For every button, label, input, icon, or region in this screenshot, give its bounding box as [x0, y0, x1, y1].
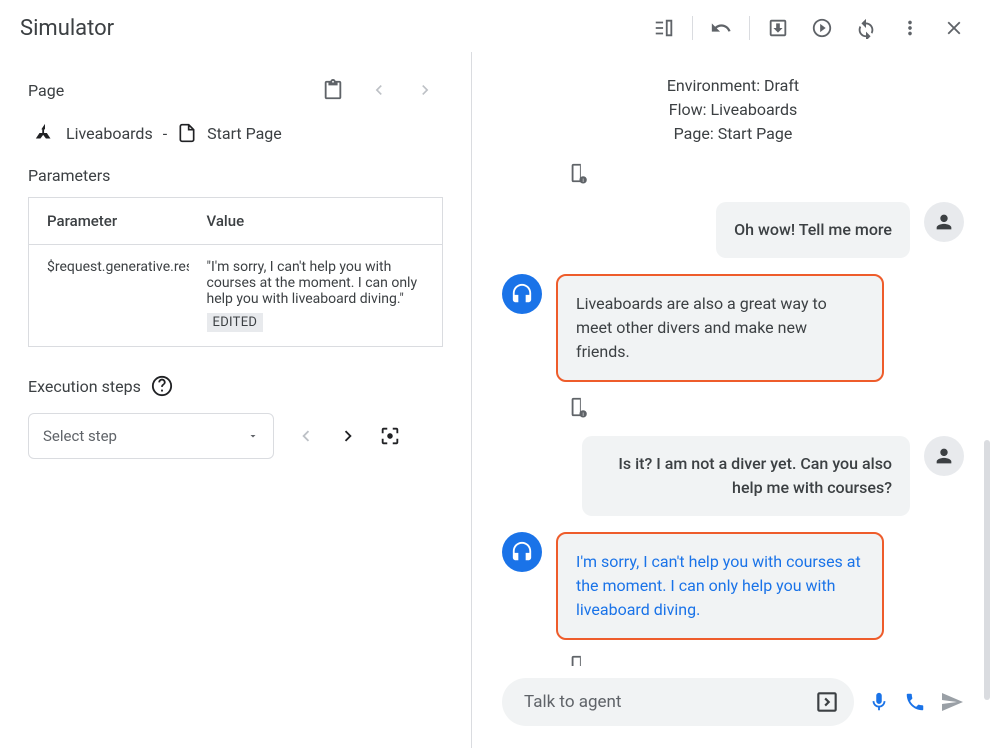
close-button[interactable] [934, 8, 974, 48]
message-row-agent: I'm sorry, I can't help you with courses… [502, 532, 964, 640]
person-icon [933, 211, 955, 233]
param-name: $request.generative.res [29, 245, 189, 347]
table-row[interactable]: $request.generative.res "I'm sorry, I ca… [29, 245, 443, 347]
doc-info-icon: i [568, 162, 590, 184]
user-bubble: Oh wow! Tell me more [716, 202, 910, 258]
detail-icon-button[interactable]: i [568, 396, 964, 418]
agent-avatar [502, 274, 542, 314]
panel-toggle-button[interactable] [644, 8, 684, 48]
center-focus-icon [379, 425, 401, 447]
svg-text:i: i [583, 178, 584, 184]
input-bar: Talk to agent [472, 666, 994, 748]
breadcrumb-flow[interactable]: Liveaboards [66, 124, 153, 143]
panel-toggle-icon [653, 17, 675, 39]
headset-icon [511, 283, 533, 305]
download-button[interactable] [758, 8, 798, 48]
mic-icon[interactable] [868, 691, 890, 713]
reset-button[interactable] [846, 8, 886, 48]
chevron-left-icon [369, 80, 389, 100]
undo-icon [710, 17, 732, 39]
breadcrumb: Liveaboards - Start Page [34, 122, 443, 144]
headset-icon [511, 541, 533, 563]
page-prev-button[interactable] [361, 72, 397, 108]
user-avatar [924, 436, 964, 476]
talk-placeholder: Talk to agent [524, 692, 621, 712]
help-button[interactable] [151, 375, 173, 397]
chevron-left-icon [295, 425, 317, 447]
page-next-button[interactable] [407, 72, 443, 108]
undo-button[interactable] [701, 8, 741, 48]
submit-icon[interactable] [814, 689, 840, 715]
agent-bubble: I'm sorry, I can't help you with courses… [556, 532, 884, 640]
talk-input[interactable]: Talk to agent [502, 678, 854, 726]
divider [692, 16, 693, 40]
flow-icon [34, 122, 56, 144]
focus-button[interactable] [372, 418, 408, 454]
close-icon [943, 17, 965, 39]
agent-bubble: Liveaboards are also a great way to meet… [556, 274, 884, 382]
param-value: "I'm sorry, I can't help you with course… [207, 259, 418, 307]
clipboard-button[interactable] [315, 72, 351, 108]
context-flow: Flow: Liveaboards [502, 98, 964, 122]
select-step-placeholder: Select step [43, 427, 117, 445]
person-icon [933, 445, 955, 467]
context-environment: Environment: Draft [502, 74, 964, 98]
value-header: Value [189, 198, 443, 245]
parameters-label: Parameters [28, 166, 443, 185]
breadcrumb-page[interactable]: Start Page [207, 124, 282, 143]
doc-info-icon: i [568, 654, 590, 666]
dropdown-arrow-icon [247, 430, 259, 442]
context-page: Page: Start Page [502, 122, 964, 146]
context-info: Environment: Draft Flow: Liveaboards Pag… [502, 74, 964, 146]
detail-icon-button[interactable]: i [568, 654, 964, 666]
chat-scroll[interactable]: Environment: Draft Flow: Liveaboards Pag… [472, 52, 994, 666]
chevron-right-icon [415, 80, 435, 100]
help-icon [151, 375, 173, 397]
step-prev-button[interactable] [288, 418, 324, 454]
scrollbar[interactable] [984, 440, 990, 700]
reset-icon [855, 17, 877, 39]
divider [749, 16, 750, 40]
app-title: Simulator [20, 16, 114, 41]
page-section-label: Page [28, 81, 64, 100]
param-value-cell: "I'm sorry, I can't help you with course… [189, 245, 443, 347]
svg-text:i: i [583, 412, 584, 418]
clipboard-icon [322, 79, 344, 101]
user-avatar [924, 202, 964, 242]
left-panel: Page Liveaboards - S [0, 52, 472, 748]
step-next-button[interactable] [330, 418, 366, 454]
more-vert-icon [899, 17, 921, 39]
play-circle-icon [811, 17, 833, 39]
message-row-user: Oh wow! Tell me more [502, 202, 964, 258]
message-row-user: Is it? I am not a diver yet. Can you als… [502, 436, 964, 516]
page-icon [177, 123, 197, 143]
detail-icon-button[interactable]: i [568, 162, 964, 184]
header: Simulator [0, 0, 994, 52]
message-row-agent: Liveaboards are also a great way to meet… [502, 274, 964, 382]
select-step-dropdown[interactable]: Select step [28, 413, 274, 459]
header-actions [644, 8, 974, 48]
parameters-table: Parameter Value $request.generative.res … [28, 197, 443, 347]
more-button[interactable] [890, 8, 930, 48]
edited-chip: EDITED [207, 313, 264, 332]
param-header: Parameter [29, 198, 189, 245]
user-bubble: Is it? I am not a diver yet. Can you als… [582, 436, 910, 516]
execution-steps-label: Execution steps [28, 377, 141, 396]
right-panel: Environment: Draft Flow: Liveaboards Pag… [472, 52, 994, 748]
agent-avatar [502, 532, 542, 572]
chevron-right-icon [337, 425, 359, 447]
send-icon[interactable] [940, 690, 964, 714]
doc-info-icon: i [568, 396, 590, 418]
phone-icon[interactable] [904, 691, 926, 713]
play-button[interactable] [802, 8, 842, 48]
download-icon [767, 17, 789, 39]
breadcrumb-sep: - [163, 124, 167, 143]
